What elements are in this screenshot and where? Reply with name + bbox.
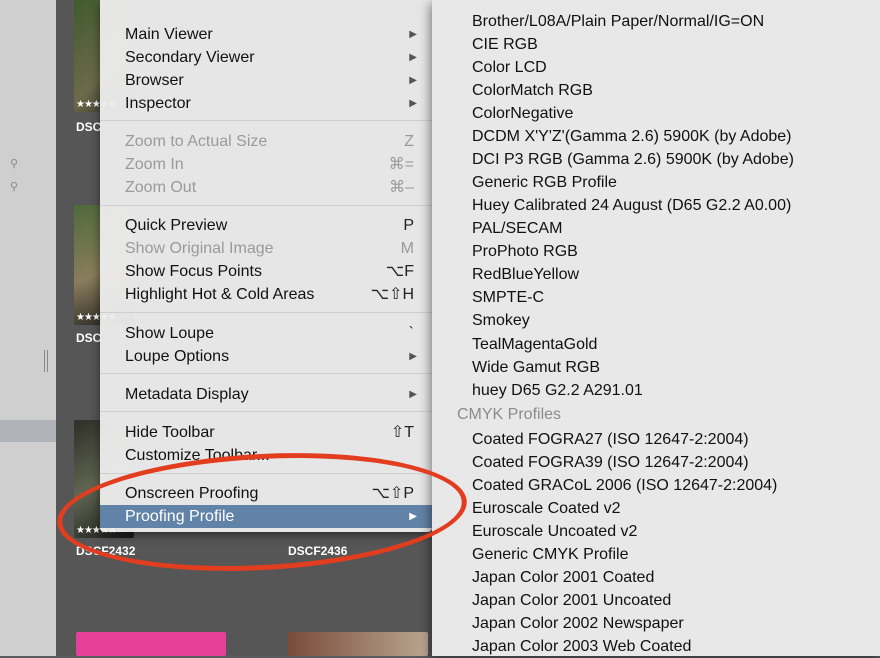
profile-item[interactable]: TealMagentaGold <box>472 333 597 356</box>
profile-item[interactable]: Euroscale Uncoated v2 <box>472 520 637 543</box>
profile-item[interactable]: Japan Color 2002 Newspaper <box>472 612 684 635</box>
library-sidebar: ⚲ ⚲ <box>0 0 57 656</box>
thumbnail[interactable] <box>288 632 428 656</box>
pane-splitter[interactable] <box>44 350 48 372</box>
menu-item-metadata-display[interactable]: Metadata Display ▶ <box>100 383 432 406</box>
thumbnail-label: DSC <box>76 120 102 134</box>
menu-item-inspector[interactable]: Inspector ▶ <box>100 92 432 115</box>
submenu-arrow-icon: ▶ <box>409 29 417 40</box>
proofing-profile-submenu: Brother/L08A/Plain Paper/Normal/IG=ON CI… <box>432 0 880 656</box>
profile-item[interactable]: SMPTE-C <box>472 286 544 309</box>
thumbnail[interactable] <box>76 632 226 656</box>
submenu-arrow-icon: ▶ <box>409 75 417 86</box>
profile-item[interactable]: Generic RGB Profile <box>472 171 617 194</box>
profile-item[interactable]: Huey Calibrated 24 August (D65 G2.2 A0.0… <box>472 194 791 217</box>
profile-item[interactable]: Japan Color 2001 Uncoated <box>472 589 671 612</box>
submenu-arrow-icon: ▶ <box>409 52 417 63</box>
selected-sidebar-row[interactable] <box>0 420 56 442</box>
menu-item-quick-preview[interactable]: Quick Preview P <box>100 214 432 237</box>
profile-item[interactable]: Coated GRACoL 2006 (ISO 12647-2:2004) <box>472 474 777 497</box>
profile-item[interactable]: ColorNegative <box>472 102 573 125</box>
menu-item-zoom-out[interactable]: Zoom Out ⌘– <box>100 176 432 199</box>
profile-item[interactable]: RedBlueYellow <box>472 263 579 286</box>
profile-item[interactable]: Coated FOGRA27 (ISO 12647-2:2004) <box>472 428 749 451</box>
profile-item[interactable]: Smokey <box>472 309 530 332</box>
menu-separator <box>100 120 432 121</box>
menu-item-show-original-image[interactable]: Show Original Image M <box>100 237 432 260</box>
cmyk-section-header: CMYK Profiles <box>457 406 562 423</box>
profile-item[interactable]: Generic CMYK Profile <box>472 543 629 566</box>
menu-item-show-loupe[interactable]: Show Loupe ` <box>100 322 432 345</box>
menu-item-show-focus-points[interactable]: Show Focus Points ⌥F <box>100 260 432 283</box>
menu-separator <box>100 411 432 412</box>
profile-item[interactable]: ProPhoto RGB <box>472 240 578 263</box>
menu-separator <box>100 205 432 206</box>
profile-item[interactable]: Japan Color 2003 Web Coated <box>472 635 691 658</box>
magnifier-icon[interactable]: ⚲ <box>10 157 18 170</box>
profile-item[interactable]: Color LCD <box>472 56 547 79</box>
menu-item-zoom-actual-size[interactable]: Zoom to Actual Size Z <box>100 130 432 153</box>
submenu-arrow-icon: ▶ <box>409 389 417 400</box>
menu-item-browser[interactable]: Browser ▶ <box>100 69 432 92</box>
profile-item[interactable]: Coated FOGRA39 (ISO 12647-2:2004) <box>472 451 749 474</box>
profile-item[interactable]: CIE RGB <box>472 33 538 56</box>
menu-item-highlight-hot-cold[interactable]: Highlight Hot & Cold Areas ⌥⇧H <box>100 283 432 306</box>
menu-item-hide-toolbar[interactable]: Hide Toolbar ⇧T <box>100 421 432 444</box>
menu-separator <box>100 312 432 313</box>
menu-item-secondary-viewer[interactable]: Secondary Viewer ▶ <box>100 46 432 69</box>
menu-item-loupe-options[interactable]: Loupe Options ▶ <box>100 345 432 368</box>
profile-item[interactable]: PAL/SECAM <box>472 217 562 240</box>
profile-item[interactable]: Wide Gamut RGB <box>472 356 600 379</box>
menu-item-zoom-in[interactable]: Zoom In ⌘= <box>100 153 432 176</box>
profile-item[interactable]: Euroscale Coated v2 <box>472 497 621 520</box>
view-menu: Main Viewer ▶ Secondary Viewer ▶ Browser ▶ … <box>100 0 432 532</box>
menu-item-main-viewer[interactable]: Main Viewer ▶ <box>100 23 432 46</box>
profile-item[interactable]: DCDM X'Y'Z'(Gamma 2.6) 5900K (by Adobe) <box>472 125 792 148</box>
profile-item[interactable]: Japan Color 2001 Coated <box>472 566 654 589</box>
submenu-arrow-icon: ▶ <box>409 351 417 362</box>
profile-item[interactable]: Brother/L08A/Plain Paper/Normal/IG=ON <box>472 10 764 33</box>
submenu-arrow-icon: ▶ <box>409 98 417 109</box>
magnifier-icon[interactable]: ⚲ <box>10 180 18 193</box>
profile-item[interactable]: ColorMatch RGB <box>472 79 593 102</box>
profile-item[interactable]: huey D65 G2.2 A291.01 <box>472 379 643 402</box>
thumbnail-label: DSC <box>76 331 102 345</box>
profile-item[interactable]: DCI P3 RGB (Gamma 2.6) 5900K (by Adobe) <box>472 148 794 171</box>
menu-separator <box>100 373 432 374</box>
